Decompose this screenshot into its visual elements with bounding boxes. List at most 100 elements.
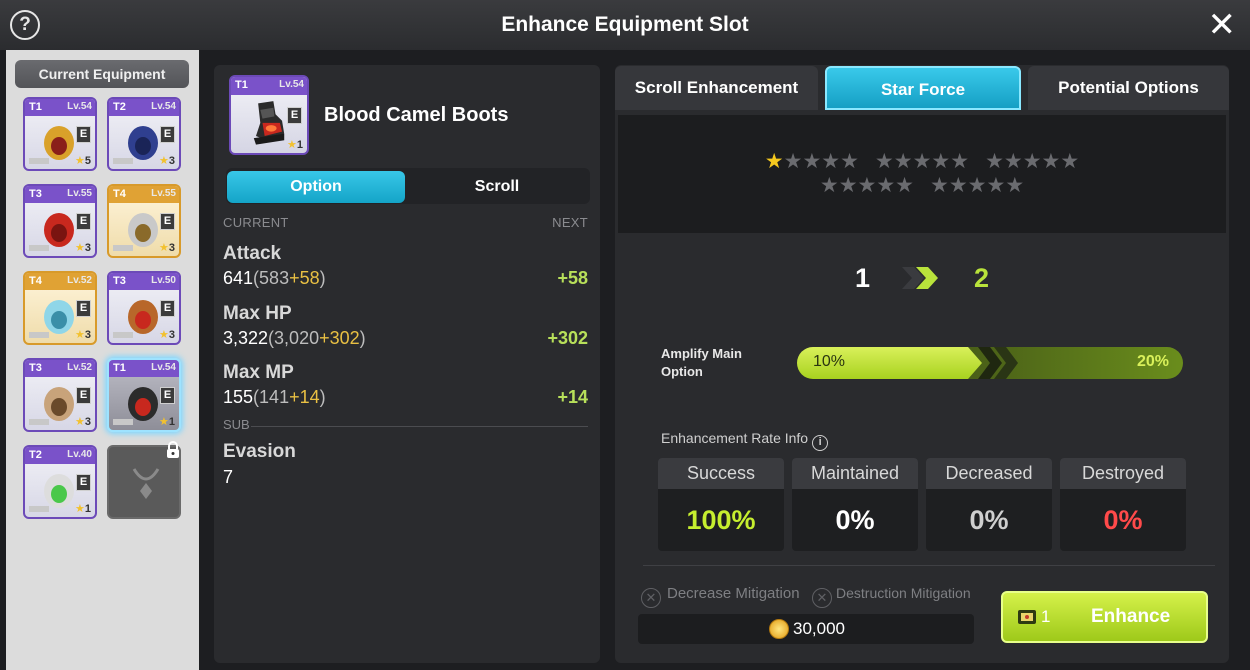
slot-bar [29,332,49,338]
slot-star-count: ★3 [159,329,175,341]
slot-bar [113,419,133,425]
item-tier: T1 [235,79,248,91]
amplify-current: 10% [813,353,846,370]
star-icon: ★ [986,174,1006,197]
star-icon: ★ [874,150,894,173]
stat-value-max-hp: 3,322(3,020+302) [223,328,366,348]
rate-value: 0% [835,505,875,535]
rate-card-destroyed: Destroyed 0% [1060,458,1186,551]
rate-label: Destroyed [1060,458,1186,489]
slot-level: Lv.52 [67,362,92,373]
rate-label: Maintained [792,458,918,489]
tab-option[interactable]: Option [227,171,405,203]
boots-icon [253,101,285,145]
star-icon: ★ [893,150,913,173]
slot-star-count: ★3 [159,155,175,167]
slot-tier: T4 [113,188,126,200]
star-icon: ★ [857,174,877,197]
chevron-right-icon [902,267,938,289]
star-level-next: 2 [974,263,990,293]
slot-level: Lv.54 [67,101,92,112]
rate-label: Success [658,458,784,489]
slot-bar [113,245,133,251]
equipment-slot-overall[interactable]: T3 Lv.55 E ★3 [23,184,97,258]
star-icon: ★ [764,150,784,173]
tab-star-force[interactable]: Star Force [825,66,1021,110]
e-badge: E [160,300,175,317]
sub-stats-label: SUB [223,417,250,432]
rate-card-decreased: Decreased 0% [926,458,1052,551]
equipment-slot-belt[interactable]: T4 Lv.52 E ★3 [23,271,97,345]
scroll-icon [1018,610,1036,624]
necklace-placeholder-icon [132,468,160,499]
equipment-slot-helmet[interactable]: T1 Lv.54 E ★5 [23,97,97,171]
amplify-label: Amplify Main Option [661,346,742,379]
slot-star-count: ★3 [75,329,91,341]
sub-divider [251,426,588,427]
x-circle-icon: ✕ [812,588,832,608]
slot-tier: T2 [113,101,126,113]
slot-tier: T1 [29,101,42,113]
lock-icon [165,441,181,459]
slot-star-count: ★3 [75,242,91,254]
item-star-count: ★1 [287,139,303,151]
slot-bar [113,332,133,338]
tab-potential-options[interactable]: Potential Options [1028,66,1229,110]
e-badge: E [287,107,302,124]
stat-value-evasion: 7 [223,467,234,487]
enhance-panel: Scroll Enhancement Star Force Potential … [615,65,1229,663]
tab-scroll-enhancement[interactable]: Scroll Enhancement [615,66,818,110]
rate-label: Decreased [926,458,1052,489]
slot-bar [113,158,133,164]
star-icon: ★ [895,174,914,197]
close-icon[interactable]: ✕ [1208,6,1237,44]
rate-value: 0% [1103,505,1143,535]
star-icon: ★ [1041,150,1061,173]
stat-next-max-mp: +14 [557,387,588,407]
star-icon: ★ [950,150,970,173]
amplify-bar: 10% 20% [797,347,1183,379]
slot-tier: T3 [113,275,126,287]
equipment-slot-gloves[interactable]: T3 Lv.52 E ★3 [23,358,97,432]
equipment-slot-ring[interactable]: T2 Lv.40 E ★1 [23,445,97,519]
e-badge: E [76,474,91,491]
equipment-slot-pendant[interactable]: T3 Lv.50 E ★3 [107,271,181,345]
e-badge: E [76,213,91,230]
window-title: Enhance Equipment Slot [501,13,749,36]
star-level-current: 1 [855,263,871,293]
star-icon: ★ [930,174,949,197]
slot-bar [29,506,49,512]
cost-value: 30,000 [793,619,845,638]
selected-item-icon: T1 Lv.54 E ★1 [229,75,309,155]
stat-next-max-hp: +302 [547,328,588,348]
slot-tier: T1 [113,362,126,374]
rate-card-maintained: Maintained 0% [792,458,918,551]
slot-star-count: ★3 [159,242,175,254]
equipment-slot-cape[interactable]: T2 Lv.54 E ★3 [107,97,181,171]
slot-star-count: ★3 [75,416,91,428]
slot-tier: T2 [29,449,42,461]
slot-tier: T4 [29,275,42,287]
info-icon[interactable]: i [812,435,829,451]
star-icon: ★ [1060,150,1080,173]
destruction-mitigation-toggle[interactable]: ✕ Destruction Mitigation [812,585,971,608]
e-badge: E [160,213,175,230]
star-icon: ★ [876,174,896,197]
e-badge: E [76,387,91,404]
slot-bar [29,419,49,425]
detail-tabs: Option Scroll [226,168,590,204]
rate-value: 0% [969,505,1009,535]
star-force-stars: ★★★★★ ★★★★★ ★★★★★ ★★★★★ ★★★★★ [618,115,1226,233]
stat-name-max-hp: Max HP [223,303,292,324]
equipment-slot-boots[interactable]: T1 Lv.54 E ★1 [107,358,181,432]
equipment-slot-shoulder[interactable]: T4 Lv.55 E ★3 [107,184,181,258]
decrease-mitigation-toggle[interactable]: ✕ Decrease Mitigation [641,585,800,608]
slot-level: Lv.40 [67,449,92,460]
enhance-button[interactable]: 1 Enhance [1001,591,1208,643]
tab-scroll[interactable]: Scroll [408,171,586,203]
star-icon: ★ [931,150,951,173]
e-badge: E [76,300,91,317]
slot-level: Lv.55 [151,188,176,199]
slot-star-count: ★1 [75,503,91,515]
stat-value-attack: 641(583+58) [223,268,326,288]
